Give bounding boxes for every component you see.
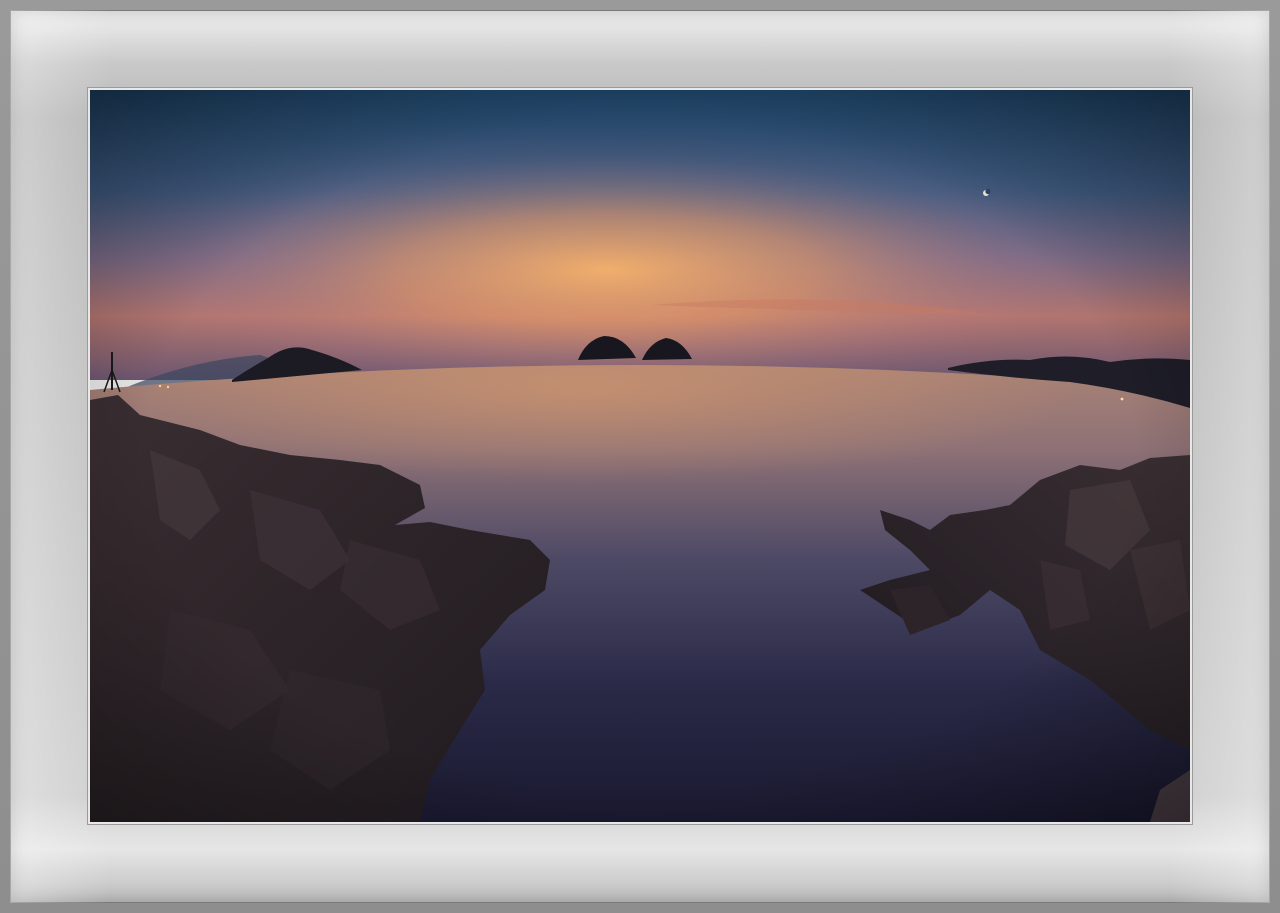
photograph	[90, 90, 1190, 822]
vignette	[90, 90, 1190, 822]
seascape-illustration	[90, 90, 1190, 822]
